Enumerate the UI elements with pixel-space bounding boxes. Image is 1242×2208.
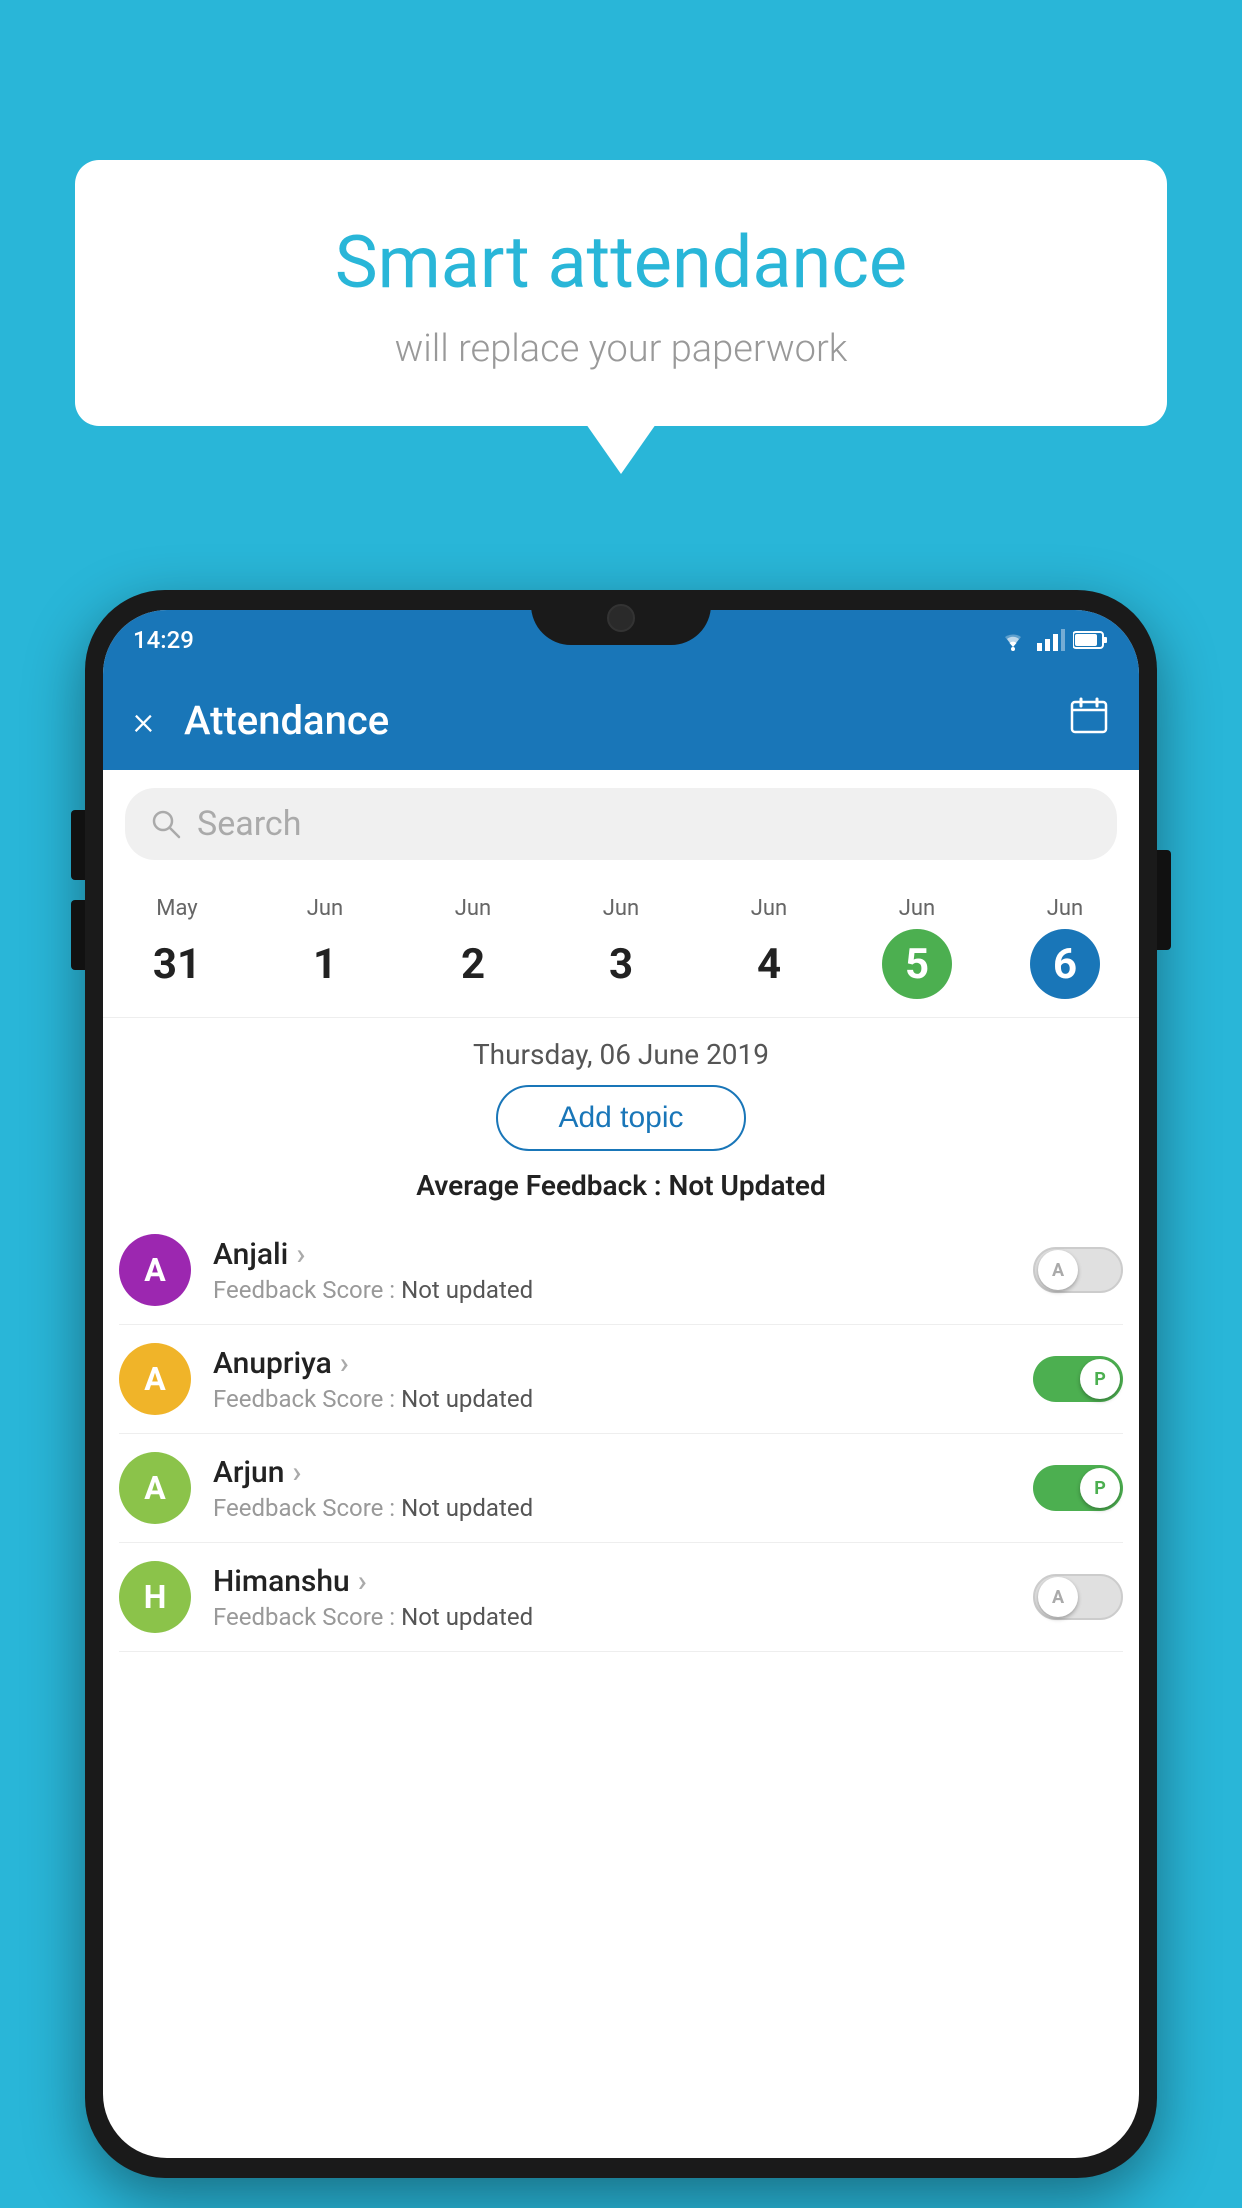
app-bar: × Attendance — [103, 670, 1139, 770]
avg-feedback-value: Not Updated — [669, 1169, 826, 1202]
phone-notch — [531, 590, 711, 645]
search-icon — [149, 807, 183, 841]
bubble-subtitle: will replace your paperwork — [125, 327, 1117, 371]
student-list: A Anjali Feedback Score : Not updated A … — [103, 1216, 1139, 1652]
cal-date: 31 — [142, 929, 212, 999]
student-name: Anupriya — [213, 1346, 1033, 1381]
calendar-day[interactable]: Jun 1 — [251, 888, 399, 1007]
cal-month: Jun — [991, 896, 1139, 921]
calendar-day[interactable]: Jun 2 — [399, 888, 547, 1007]
calendar-day[interactable]: Jun 3 — [547, 888, 695, 1007]
date-header: Thursday, 06 June 2019 — [103, 1018, 1139, 1085]
close-button[interactable]: × — [133, 697, 154, 744]
app-title: Attendance — [184, 697, 1069, 744]
add-topic-button[interactable]: Add topic — [496, 1085, 745, 1151]
student-avatar: A — [119, 1234, 191, 1306]
search-bar[interactable]: Search — [125, 788, 1117, 860]
student-info: Himanshu Feedback Score : Not updated — [213, 1564, 1033, 1631]
student-avatar: H — [119, 1561, 191, 1633]
cal-date: 4 — [734, 929, 804, 999]
status-time: 14:29 — [133, 626, 194, 654]
student-avatar: A — [119, 1452, 191, 1524]
avg-feedback-label: Average Feedback : — [416, 1169, 661, 1202]
student-item[interactable]: A Anupriya Feedback Score : Not updated … — [119, 1325, 1123, 1434]
power-button — [1157, 850, 1171, 950]
wifi-icon — [997, 629, 1029, 651]
phone-camera — [607, 604, 635, 632]
phone-screen: 14:29 — [103, 610, 1139, 2158]
student-feedback: Feedback Score : Not updated — [213, 1494, 1033, 1522]
status-icons — [997, 629, 1109, 651]
student-feedback: Feedback Score : Not updated — [213, 1276, 1033, 1304]
student-name: Himanshu — [213, 1564, 1033, 1599]
cal-date: 1 — [290, 929, 360, 999]
attendance-toggle[interactable]: A — [1033, 1247, 1123, 1293]
student-avatar: A — [119, 1343, 191, 1415]
attendance-toggle[interactable]: P — [1033, 1356, 1123, 1402]
search-placeholder: Search — [197, 804, 301, 844]
cal-date: 3 — [586, 929, 656, 999]
calendar-day[interactable]: Jun 5 — [843, 888, 991, 1007]
speech-bubble: Smart attendance will replace your paper… — [75, 160, 1167, 426]
battery-icon — [1073, 630, 1109, 650]
volume-button — [71, 810, 85, 880]
cal-month: May — [103, 896, 251, 921]
student-name: Arjun — [213, 1455, 1033, 1490]
cal-month: Jun — [695, 896, 843, 921]
avg-feedback: Average Feedback : Not Updated — [103, 1169, 1139, 1202]
student-item[interactable]: A Arjun Feedback Score : Not updated P — [119, 1434, 1123, 1543]
signal-icon — [1037, 629, 1065, 651]
attendance-toggle[interactable]: A — [1033, 1574, 1123, 1620]
student-name: Anjali — [213, 1237, 1033, 1272]
cal-month: Jun — [843, 896, 991, 921]
student-info: Arjun Feedback Score : Not updated — [213, 1455, 1033, 1522]
cal-date: 2 — [438, 929, 508, 999]
cal-month: Jun — [547, 896, 695, 921]
bubble-title: Smart attendance — [125, 220, 1117, 305]
volume-button-2 — [71, 900, 85, 970]
student-item[interactable]: H Himanshu Feedback Score : Not updated … — [119, 1543, 1123, 1652]
student-feedback: Feedback Score : Not updated — [213, 1603, 1033, 1631]
cal-date: 6 — [1030, 929, 1100, 999]
student-info: Anjali Feedback Score : Not updated — [213, 1237, 1033, 1304]
calendar-strip: May 31 Jun 1 Jun 2 Jun 3 Jun 4 Jun 5 Jun… — [103, 878, 1139, 1018]
student-feedback: Feedback Score : Not updated — [213, 1385, 1033, 1413]
cal-month: Jun — [251, 896, 399, 921]
calendar-day[interactable]: Jun 6 — [991, 888, 1139, 1007]
calendar-button[interactable] — [1069, 696, 1109, 745]
phone-frame: 14:29 — [85, 590, 1157, 2178]
calendar-day[interactable]: Jun 4 — [695, 888, 843, 1007]
attendance-toggle[interactable]: P — [1033, 1465, 1123, 1511]
cal-month: Jun — [399, 896, 547, 921]
calendar-day[interactable]: May 31 — [103, 888, 251, 1007]
student-item[interactable]: A Anjali Feedback Score : Not updated A — [119, 1216, 1123, 1325]
student-info: Anupriya Feedback Score : Not updated — [213, 1346, 1033, 1413]
cal-date: 5 — [882, 929, 952, 999]
